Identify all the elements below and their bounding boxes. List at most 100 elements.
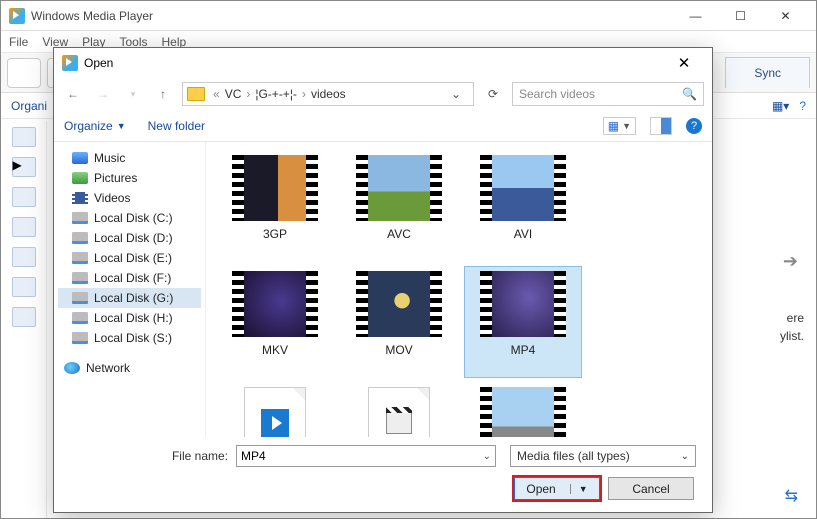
file-thumbnail [368, 387, 430, 437]
tree-item-local-disk-e-[interactable]: Local Disk (E:) [58, 248, 201, 268]
file-label: MOV [385, 343, 412, 357]
nav-up-button[interactable]: ↑ [152, 83, 174, 105]
breadcrumb-prefix: « [210, 87, 223, 101]
music-icon [72, 152, 88, 164]
file-item-mov[interactable]: MOV [340, 266, 458, 378]
wmp-titlebar: Windows Media Player — ☐ ✕ [1, 1, 816, 31]
wmp-nav-icon-2[interactable]: ▶ [12, 157, 36, 177]
dialog-toolbar: Organize ▼ New folder ▦ ▼ ? [54, 110, 712, 142]
menu-file[interactable]: File [9, 35, 28, 49]
cancel-button-label: Cancel [632, 482, 669, 496]
tree-item-label: Videos [94, 191, 130, 205]
tree-item-local-disk-s-[interactable]: Local Disk (S:) [58, 328, 201, 348]
breadcrumb-caret-icon[interactable]: ⌄ [443, 87, 469, 101]
wmp-tab-sync[interactable]: Sync [725, 57, 810, 88]
nav-back-button[interactable]: ← [62, 83, 84, 105]
tree-item-label: Local Disk (D:) [94, 231, 173, 245]
wmp-help-icon[interactable]: ? [799, 99, 806, 113]
file-item-wmv-2-[interactable]: WMV (2) [464, 382, 582, 437]
tree-item-local-disk-c-[interactable]: Local Disk (C:) [58, 208, 201, 228]
tree-item-local-disk-f-[interactable]: Local Disk (F:) [58, 268, 201, 288]
file-label: AVI [514, 227, 532, 241]
breadcrumb-sep-1: › [243, 87, 253, 101]
chevron-down-icon: ▼ [117, 121, 126, 131]
file-grid: 3GPAVCAVIMKVMOVMP4MPGVOBWMV (2)WMV [216, 150, 702, 437]
wmp-back-button[interactable] [7, 58, 41, 88]
wmp-switch-view-icon[interactable]: ⇆ [785, 486, 798, 506]
tree-item-label: Pictures [94, 171, 137, 185]
breadcrumb-sep-2: › [299, 87, 309, 101]
filename-caret-icon[interactable]: ⌄ [483, 451, 491, 462]
help-button[interactable]: ? [686, 118, 702, 134]
open-dialog: Open ✕ ← → ▾ ↑ « VC › ¦G-+-+¦- › videos … [53, 47, 713, 513]
folder-tree: Music Pictures Videos Local Disk (C:) Local … [54, 142, 206, 437]
filename-label: File name: [68, 449, 228, 463]
file-label: 3GP [263, 227, 287, 241]
wmp-nav-icon-1[interactable] [12, 127, 36, 147]
thumbnails-icon: ▦ [608, 119, 619, 133]
file-item-avi[interactable]: AVI [464, 150, 582, 262]
disk-icon [72, 292, 88, 304]
tree-item-local-disk-d-[interactable]: Local Disk (D:) [58, 228, 201, 248]
play-icon [261, 409, 289, 437]
file-item-mkv[interactable]: MKV [216, 266, 334, 378]
tree-item-label: Local Disk (S:) [94, 331, 172, 345]
minimize-button[interactable]: — [673, 2, 718, 30]
wmp-nav-icon-4[interactable] [12, 217, 36, 237]
new-folder-button[interactable]: New folder [148, 119, 205, 133]
wmp-next-arrow-icon[interactable]: ➔ [783, 251, 798, 272]
wmp-logo-icon [9, 8, 25, 24]
tree-item-local-disk-h-[interactable]: Local Disk (H:) [58, 308, 201, 328]
open-split-caret-icon[interactable]: ▼ [570, 484, 588, 494]
file-item-vob[interactable]: VOB [340, 382, 458, 437]
wmp-organize-label[interactable]: Organi [11, 99, 47, 113]
wmp-truncated-text-2: ylist. [780, 329, 804, 343]
clapperboard-icon [386, 412, 412, 434]
tree-item-label: Local Disk (H:) [94, 311, 173, 325]
search-input[interactable]: Search videos 🔍 [512, 82, 704, 106]
nav-recent-caret-icon[interactable]: ▾ [122, 83, 144, 105]
breadcrumb-part-2[interactable]: ¦G-+-+¦- [255, 87, 297, 101]
tree-item-network[interactable]: Network [58, 358, 201, 378]
maximize-button[interactable]: ☐ [718, 2, 763, 30]
file-item-3gp[interactable]: 3GP [216, 150, 334, 262]
tree-item-label: Local Disk (E:) [94, 251, 172, 265]
breadcrumb-part-3[interactable]: videos [311, 87, 346, 101]
wmp-nav-icon-3[interactable] [12, 187, 36, 207]
breadcrumb[interactable]: « VC › ¦G-+-+¦- › videos ⌄ [182, 82, 474, 106]
filename-value: MP4 [241, 449, 266, 463]
open-button[interactable]: Open ▼ [514, 477, 600, 500]
file-thumbnail [244, 387, 306, 437]
breadcrumb-part-1[interactable]: VC [225, 87, 242, 101]
wmp-nav-icon-5[interactable] [12, 247, 36, 267]
wmp-options-icon[interactable]: ▦▾ [772, 99, 789, 113]
filename-input[interactable]: MP4 ⌄ [236, 445, 496, 467]
organize-menu[interactable]: Organize ▼ [64, 119, 126, 133]
tree-item-label: Local Disk (G:) [94, 291, 173, 305]
wmp-nav-icon-6[interactable] [12, 277, 36, 297]
file-type-filter[interactable]: Media files (all types) ⌄ [510, 445, 696, 467]
preview-pane-button[interactable] [650, 117, 672, 135]
file-item-avc[interactable]: AVC [340, 150, 458, 262]
video-thumbnail [356, 271, 442, 337]
dialog-nav-row: ← → ▾ ↑ « VC › ¦G-+-+¦- › videos ⌄ ⟳ Sea… [54, 78, 712, 110]
nav-forward-button[interactable]: → [92, 83, 114, 105]
pictures-icon [72, 172, 88, 184]
file-item-mpg[interactable]: MPG [216, 382, 334, 437]
cancel-button[interactable]: Cancel [608, 477, 694, 500]
tree-item-label: Local Disk (C:) [94, 211, 173, 225]
wmp-nav-icon-7[interactable] [12, 307, 36, 327]
dialog-title: Open [84, 56, 113, 70]
close-button[interactable]: ✕ [763, 2, 808, 30]
view-mode-button[interactable]: ▦ ▼ [603, 117, 636, 135]
refresh-button[interactable]: ⟳ [482, 87, 504, 101]
wmp-truncated-text-1: ere [787, 311, 804, 325]
tree-item-music[interactable]: Music [58, 148, 201, 168]
video-thumbnail [480, 271, 566, 337]
chevron-down-icon: ▼ [622, 121, 631, 131]
file-item-mp4[interactable]: MP4 [464, 266, 582, 378]
tree-item-pictures[interactable]: Pictures [58, 168, 201, 188]
tree-item-local-disk-g-[interactable]: Local Disk (G:) [58, 288, 201, 308]
tree-item-videos[interactable]: Videos [58, 188, 201, 208]
dialog-close-button[interactable]: ✕ [664, 54, 704, 72]
